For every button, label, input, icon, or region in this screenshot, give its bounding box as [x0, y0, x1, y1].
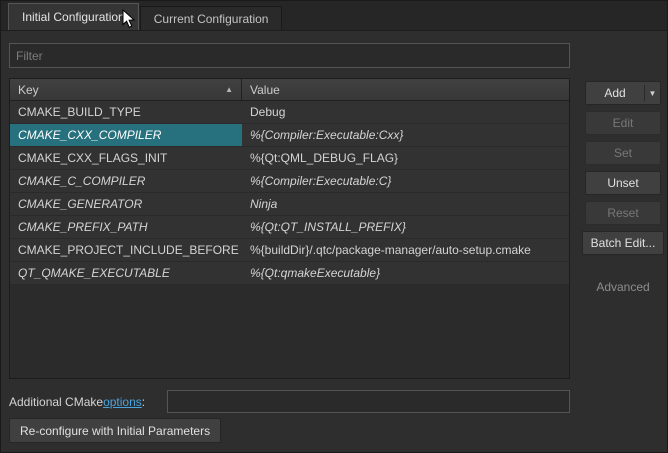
value-cell[interactable]: %{Compiler:Executable:Cxx}: [242, 124, 569, 146]
additional-cmake-options-input[interactable]: [167, 390, 570, 413]
table-row: CMAKE_GENERATOR Ninja: [10, 193, 569, 216]
table-row: CMAKE_PREFIX_PATH %{Qt:QT_INSTALL_PREFIX…: [10, 216, 569, 239]
value-cell[interactable]: Ninja: [242, 193, 569, 215]
batch-edit-button[interactable]: Batch Edit...: [582, 231, 664, 255]
column-header-key-label: Key: [18, 83, 39, 97]
key-cell[interactable]: CMAKE_PROJECT_INCLUDE_BEFORE: [10, 239, 242, 261]
key-cell[interactable]: CMAKE_CXX_FLAGS_INIT: [10, 147, 242, 169]
additional-options-label: Additional CMake options:: [9, 389, 145, 414]
add-button-label: Add: [586, 86, 644, 100]
dropdown-arrow-icon[interactable]: ▼: [645, 89, 660, 98]
tab-bar: Initial Configuration Current Configurat…: [1, 1, 667, 31]
options-label-suffix: :: [142, 395, 145, 409]
table-row: CMAKE_C_COMPILER %{Compiler:Executable:C…: [10, 170, 569, 193]
cmake-variables-table: Key ▲ Value CMAKE_BUILD_TYPE Debug CMAKE…: [9, 78, 570, 379]
table-row: CMAKE_PROJECT_INCLUDE_BEFORE %{buildDir}…: [10, 239, 569, 262]
value-cell[interactable]: %{Qt:qmakeExecutable}: [242, 262, 569, 284]
key-cell[interactable]: CMAKE_C_COMPILER: [10, 170, 242, 192]
tab-current-configuration[interactable]: Current Configuration: [140, 6, 283, 30]
options-label-prefix: Additional CMake: [9, 395, 103, 409]
cmake-configuration-panel: { "tabs": { "initial": "Initial Configur…: [0, 0, 668, 453]
table-header: Key ▲ Value: [10, 79, 569, 101]
set-button[interactable]: Set: [585, 141, 661, 165]
advanced-toggle[interactable]: Advanced: [585, 277, 661, 297]
key-cell[interactable]: CMAKE_PREFIX_PATH: [10, 216, 242, 238]
value-cell[interactable]: %{Qt:QML_DEBUG_FLAG}: [242, 147, 569, 169]
column-header-value[interactable]: Value: [242, 79, 569, 100]
column-header-key[interactable]: Key ▲: [10, 79, 242, 100]
key-cell[interactable]: QT_QMAKE_EXECUTABLE: [10, 262, 242, 284]
tab-initial-configuration[interactable]: Initial Configuration: [8, 3, 139, 30]
key-cell[interactable]: CMAKE_BUILD_TYPE: [10, 101, 242, 123]
edit-button[interactable]: Edit: [585, 111, 661, 135]
value-cell[interactable]: %{Compiler:Executable:C}: [242, 170, 569, 192]
table-row: CMAKE_BUILD_TYPE Debug: [10, 101, 569, 124]
key-cell-selected[interactable]: CMAKE_CXX_COMPILER: [10, 124, 242, 146]
reset-button[interactable]: Reset: [585, 201, 661, 225]
table-row: CMAKE_CXX_COMPILER %{Compiler:Executable…: [10, 124, 569, 147]
reconfigure-button[interactable]: Re-configure with Initial Parameters: [9, 418, 221, 443]
table-row: QT_QMAKE_EXECUTABLE %{Qt:qmakeExecutable…: [10, 262, 569, 285]
options-help-link[interactable]: options: [103, 395, 142, 409]
table-row: CMAKE_CXX_FLAGS_INIT %{Qt:QML_DEBUG_FLAG…: [10, 147, 569, 170]
unset-button[interactable]: Unset: [585, 171, 661, 195]
value-cell[interactable]: %{buildDir}/.qtc/package-manager/auto-se…: [242, 239, 569, 261]
column-header-value-label: Value: [250, 83, 280, 97]
value-cell[interactable]: Debug: [242, 101, 569, 123]
sort-ascending-icon: ▲: [225, 85, 233, 94]
key-cell[interactable]: CMAKE_GENERATOR: [10, 193, 242, 215]
add-button[interactable]: Add ▼: [585, 81, 661, 105]
filter-input[interactable]: [9, 43, 570, 68]
value-cell[interactable]: %{Qt:QT_INSTALL_PREFIX}: [242, 216, 569, 238]
